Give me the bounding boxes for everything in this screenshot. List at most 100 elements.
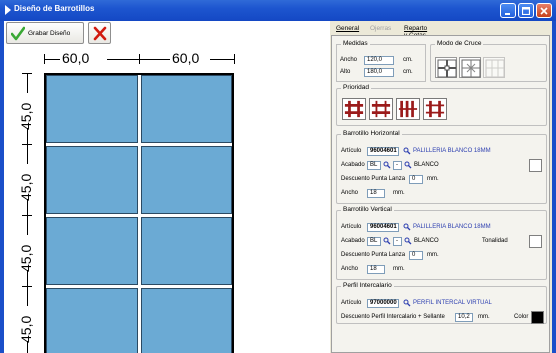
- priority-pattern-1-button[interactable]: [342, 98, 366, 120]
- bh-acabado-code-input[interactable]: BL: [367, 161, 381, 170]
- checkmark-icon: [11, 26, 25, 41]
- glass-pane[interactable]: [46, 288, 138, 353]
- dim-line: [27, 128, 28, 164]
- save-design-button[interactable]: Grabar Diseño: [6, 22, 84, 44]
- search-icon[interactable]: [403, 299, 411, 307]
- window-title: Diseño de Barrotillos: [14, 4, 95, 13]
- glass-pane[interactable]: [46, 75, 138, 143]
- bh-articulo-input[interactable]: 96004601: [367, 147, 399, 156]
- width-dimension-1: 60,0: [62, 50, 90, 66]
- minimize-icon: [505, 13, 510, 15]
- dim-line: [210, 59, 234, 60]
- maximize-icon: [522, 7, 530, 15]
- search-icon[interactable]: [404, 161, 412, 169]
- pi-descuento-unit: mm.: [478, 314, 490, 320]
- priority-pattern-4-button[interactable]: [423, 98, 447, 120]
- grid-pattern-1-icon: [344, 100, 364, 118]
- priority-pattern-2-button[interactable]: [369, 98, 393, 120]
- pi-articulo-input[interactable]: 97000000: [367, 299, 399, 308]
- design-canvas[interactable]: 60,0 60,0 45,0 45,0 45,0 45,0: [4, 48, 328, 353]
- maximize-button[interactable]: [518, 3, 534, 18]
- minimize-button[interactable]: [500, 3, 516, 18]
- alto-unit: cm.: [403, 69, 413, 75]
- ancho-label: Ancho: [340, 57, 358, 63]
- tab-ojerras[interactable]: Ojerras: [370, 25, 391, 32]
- medidas-title: Medidas: [341, 40, 370, 47]
- grid-pattern-2-icon: [371, 100, 391, 118]
- height-dimension-1: 45,0: [18, 102, 34, 130]
- bv-acabado-sub-input[interactable]: -: [393, 237, 402, 246]
- glass-pane[interactable]: [141, 217, 232, 285]
- alto-input[interactable]: 180,0: [364, 68, 394, 77]
- width-dimension-2: 60,0: [172, 50, 200, 66]
- bv-articulo-description: PALILLERIA BLANCO 18MM: [413, 224, 491, 230]
- cross-mode-1-icon: [437, 59, 457, 78]
- prioridad-group: Prioridad: [336, 84, 547, 126]
- properties-panel: General Ojerras Reparto y Cotas Medidas …: [330, 21, 552, 353]
- tab-general[interactable]: General: [336, 25, 359, 32]
- cruce-mode-1-button[interactable]: [435, 57, 457, 78]
- pi-articulo-label: Artículo: [341, 300, 362, 306]
- glass-pane[interactable]: [141, 288, 232, 353]
- glass-pane[interactable]: [46, 146, 138, 214]
- height-dimension-4: 45,0: [18, 315, 34, 343]
- perfil-intercalario-group: Perfil Intercalario Artículo 97000000 PE…: [336, 282, 547, 324]
- alto-label: Alto: [340, 69, 351, 75]
- modo-cruce-group: Modo de Cruce: [430, 40, 547, 82]
- pi-descuento-input[interactable]: 10,2: [455, 313, 473, 322]
- app-icon: [5, 5, 11, 15]
- cruce-mode-2-button[interactable]: [459, 57, 481, 78]
- tab-panel-general: Medidas Ancho 120,0 cm. Alto 180,0 cm. M…: [331, 35, 550, 353]
- bv-descuento-unit: mm.: [427, 252, 439, 258]
- glass-pane[interactable]: [46, 217, 138, 285]
- medidas-group: Medidas Ancho 120,0 cm. Alto 180,0 cm.: [336, 40, 426, 82]
- bh-ancho-input[interactable]: 18: [367, 189, 385, 198]
- bv-acabado-label: Acabado: [341, 238, 365, 244]
- cancel-button[interactable]: [88, 22, 111, 44]
- cross-mode-3-icon: [485, 59, 505, 78]
- cross-mode-2-icon: [461, 59, 481, 78]
- pi-articulo-description: PERFIL INTERCAL VIRTUAL: [413, 300, 492, 306]
- height-dimension-2: 45,0: [18, 173, 34, 201]
- bh-descuento-label: Descuento Punta Lanza: [341, 176, 406, 182]
- bv-ancho-unit: mm.: [393, 266, 405, 272]
- grid-pattern-4-icon: [425, 100, 445, 118]
- bv-articulo-label: Artículo: [341, 224, 362, 230]
- bh-acabado-sub-input[interactable]: -: [393, 161, 402, 170]
- search-icon[interactable]: [383, 237, 391, 245]
- bv-descuento-input[interactable]: 0: [409, 251, 423, 260]
- window-glass: [44, 73, 234, 353]
- dim-line: [27, 199, 28, 235]
- priority-pattern-3-button[interactable]: [396, 98, 420, 120]
- bh-color-swatch[interactable]: [529, 159, 542, 172]
- vertical-muntin[interactable]: [138, 75, 141, 353]
- ancho-input[interactable]: 120,0: [364, 56, 394, 65]
- search-icon[interactable]: [404, 237, 412, 245]
- grid-pattern-3-icon: [398, 100, 418, 118]
- bv-articulo-input[interactable]: 96004601: [367, 223, 399, 232]
- design-area: Grabar Diseño 60,0 60,0 45,0 45,0 45,0 4: [4, 21, 328, 353]
- search-icon[interactable]: [403, 223, 411, 231]
- title-bar: Diseño de Barrotillos: [0, 0, 556, 21]
- cruce-mode-3-button[interactable]: [483, 57, 505, 78]
- dim-line: [107, 59, 139, 60]
- bv-color-swatch[interactable]: [529, 235, 542, 248]
- close-icon: [540, 7, 548, 15]
- height-dimension-3: 45,0: [18, 244, 34, 272]
- barrotillo-vertical-title: Barrotillo Vertical: [341, 206, 394, 213]
- barrotillo-horizontal-title: Barrotillo Horizontal: [341, 130, 402, 137]
- glass-pane[interactable]: [141, 75, 232, 143]
- glass-pane[interactable]: [141, 146, 232, 214]
- dim-line: [139, 59, 170, 60]
- modo-cruce-title: Modo de Cruce: [435, 40, 484, 47]
- pi-color-swatch[interactable]: [531, 311, 544, 324]
- close-button[interactable]: [536, 3, 552, 18]
- bv-acabado-code-input[interactable]: BL: [367, 237, 381, 246]
- dim-line: [27, 270, 28, 306]
- pi-color-label: Color: [514, 314, 529, 320]
- bv-ancho-input[interactable]: 18: [367, 265, 385, 274]
- search-icon[interactable]: [403, 147, 411, 155]
- search-icon[interactable]: [383, 161, 391, 169]
- bh-descuento-input[interactable]: 0: [409, 175, 423, 184]
- bv-acabado-description: BLANCO: [414, 238, 439, 244]
